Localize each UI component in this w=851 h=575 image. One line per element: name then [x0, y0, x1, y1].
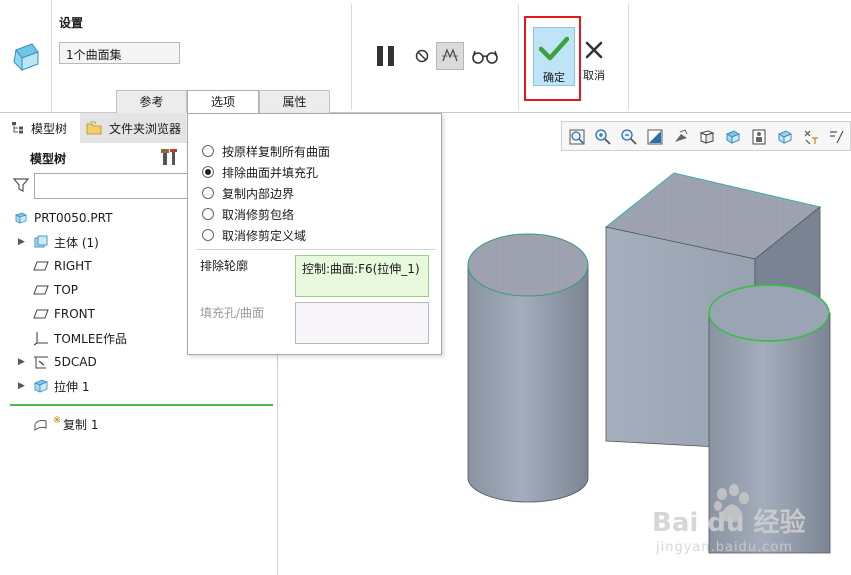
- radio-button-checked[interactable]: [202, 166, 214, 178]
- radio-button[interactable]: [202, 145, 214, 157]
- feature-type-box: [0, 0, 52, 113]
- tree-item-copy[interactable]: ※ 复制 1: [0, 413, 278, 435]
- radio-label: 按原样复制所有曲面: [222, 144, 331, 159]
- insert-here-indicator[interactable]: [10, 404, 273, 406]
- watermark-brand: Bai du 经验: [652, 508, 806, 538]
- pause-icon: [377, 46, 394, 66]
- left-cylinder[interactable]: [467, 233, 589, 503]
- verify-mode-button[interactable]: [471, 42, 499, 70]
- model-tree-title: 模型树: [30, 152, 67, 166]
- datum-plane-icon: [32, 281, 50, 299]
- tree-item-label: RIGHT: [54, 259, 92, 273]
- tree-item-label: FRONT: [54, 307, 95, 321]
- radio-label: 取消修剪包络: [222, 207, 295, 222]
- ok-label: 确定: [543, 71, 565, 84]
- options-panel: 按原样复制所有曲面 排除曲面并填充孔 复制内部边界 取消修剪包络 取消修剪定义域…: [187, 113, 442, 355]
- no-preview-icon: [415, 49, 429, 63]
- tree-settings-icon[interactable]: [160, 147, 180, 167]
- expand-arrow-icon[interactable]: ▶: [18, 381, 28, 391]
- radio-button[interactable]: [202, 208, 214, 220]
- glasses-icon: [472, 50, 498, 64]
- tab-folder-browser[interactable]: 文件夹浏览器: [80, 113, 186, 143]
- divider: [351, 4, 352, 110]
- expand-arrow-icon[interactable]: ▶: [18, 357, 28, 367]
- model-tree-icon: [12, 122, 23, 134]
- divider: [196, 249, 436, 250]
- tab-options[interactable]: 选项: [187, 90, 259, 114]
- radio-untrim-domain[interactable]: 取消修剪定义域: [202, 226, 306, 244]
- radio-untrim-envelope[interactable]: 取消修剪包络: [202, 205, 294, 223]
- fill-holes-label: 填充孔/曲面: [200, 306, 265, 320]
- expand-arrow-icon[interactable]: ▶: [18, 237, 28, 247]
- pause-button[interactable]: [372, 42, 400, 70]
- verify-preview-icon: [442, 48, 458, 62]
- tab-folder-browser-label: 文件夹浏览器: [109, 121, 182, 136]
- copy-surface-icon: [32, 415, 50, 433]
- exclude-contours-label: 排除轮廓: [200, 259, 249, 273]
- tree-item-label: 拉伸 1: [54, 379, 90, 394]
- folder-browser-icon: [86, 121, 102, 135]
- radio-label: 取消修剪定义域: [222, 228, 307, 243]
- radio-copy-all-surfaces[interactable]: 按原样复制所有曲面: [202, 142, 330, 160]
- tree-item-label: 5DCAD: [54, 355, 97, 369]
- checkmark-icon: [539, 36, 569, 61]
- tab-references[interactable]: 参考: [116, 90, 187, 113]
- cancel-button[interactable]: 取消: [580, 36, 608, 84]
- tree-filter-input[interactable]: [34, 173, 194, 199]
- divider: [628, 4, 629, 110]
- radio-label: 复制内部边界: [222, 186, 295, 201]
- datum-plane-icon: [32, 305, 50, 323]
- exclude-contours-collector[interactable]: 控制:曲面:F6(拉伸_1): [295, 255, 429, 297]
- watermark-url: jingyan.baidu.com: [656, 540, 793, 555]
- tab-properties[interactable]: 属性: [259, 90, 330, 113]
- cancel-label: 取消: [583, 69, 605, 82]
- tree-item-label: TOMLEE作品: [54, 331, 127, 346]
- radio-button[interactable]: [202, 229, 214, 241]
- radio-copy-inside-boundary[interactable]: 复制内部边界: [202, 184, 294, 202]
- tree-item-label: 复制 1: [63, 417, 99, 432]
- baidu-watermark: Bai du 经验 jingyan.baidu.com: [652, 480, 822, 560]
- radio-button[interactable]: [202, 187, 214, 199]
- ok-button[interactable]: 确定: [533, 27, 575, 86]
- tree-item-label: TOP: [54, 283, 79, 297]
- copy-surface-feature-icon: [13, 43, 39, 72]
- divider: [518, 4, 519, 110]
- extrude-icon: [32, 377, 50, 395]
- radio-label: 排除曲面并填充孔: [222, 165, 319, 180]
- no-preview-button[interactable]: [408, 42, 436, 70]
- coordinate-system-icon: [32, 329, 50, 347]
- datum-plane-icon: [32, 257, 50, 275]
- tab-model-tree[interactable]: 模型树: [0, 113, 80, 143]
- sketch-icon: [32, 353, 50, 371]
- body-icon: [32, 233, 50, 251]
- tree-item-extrude[interactable]: ▶ 拉伸 1: [0, 375, 278, 397]
- new-feature-marker: ※: [53, 415, 62, 426]
- settings-group-title: 设置: [59, 16, 84, 30]
- surface-set-collector[interactable]: 1个曲面集: [59, 42, 180, 64]
- tab-model-tree-label: 模型树: [31, 121, 68, 136]
- tree-item-label: PRT0050.PRT: [34, 211, 113, 225]
- copy-feature-dashboard: 设置 1个曲面集 参考 选项 属性 确定 取消: [0, 0, 851, 114]
- filter-icon[interactable]: [13, 177, 29, 193]
- tree-item-label: 主体 (1): [54, 235, 99, 250]
- verify-preview-button[interactable]: [436, 42, 464, 70]
- close-icon: [585, 41, 603, 59]
- fill-holes-collector[interactable]: [295, 302, 429, 344]
- radio-exclude-and-fill[interactable]: 排除曲面并填充孔: [202, 163, 318, 181]
- part-icon: [12, 209, 30, 227]
